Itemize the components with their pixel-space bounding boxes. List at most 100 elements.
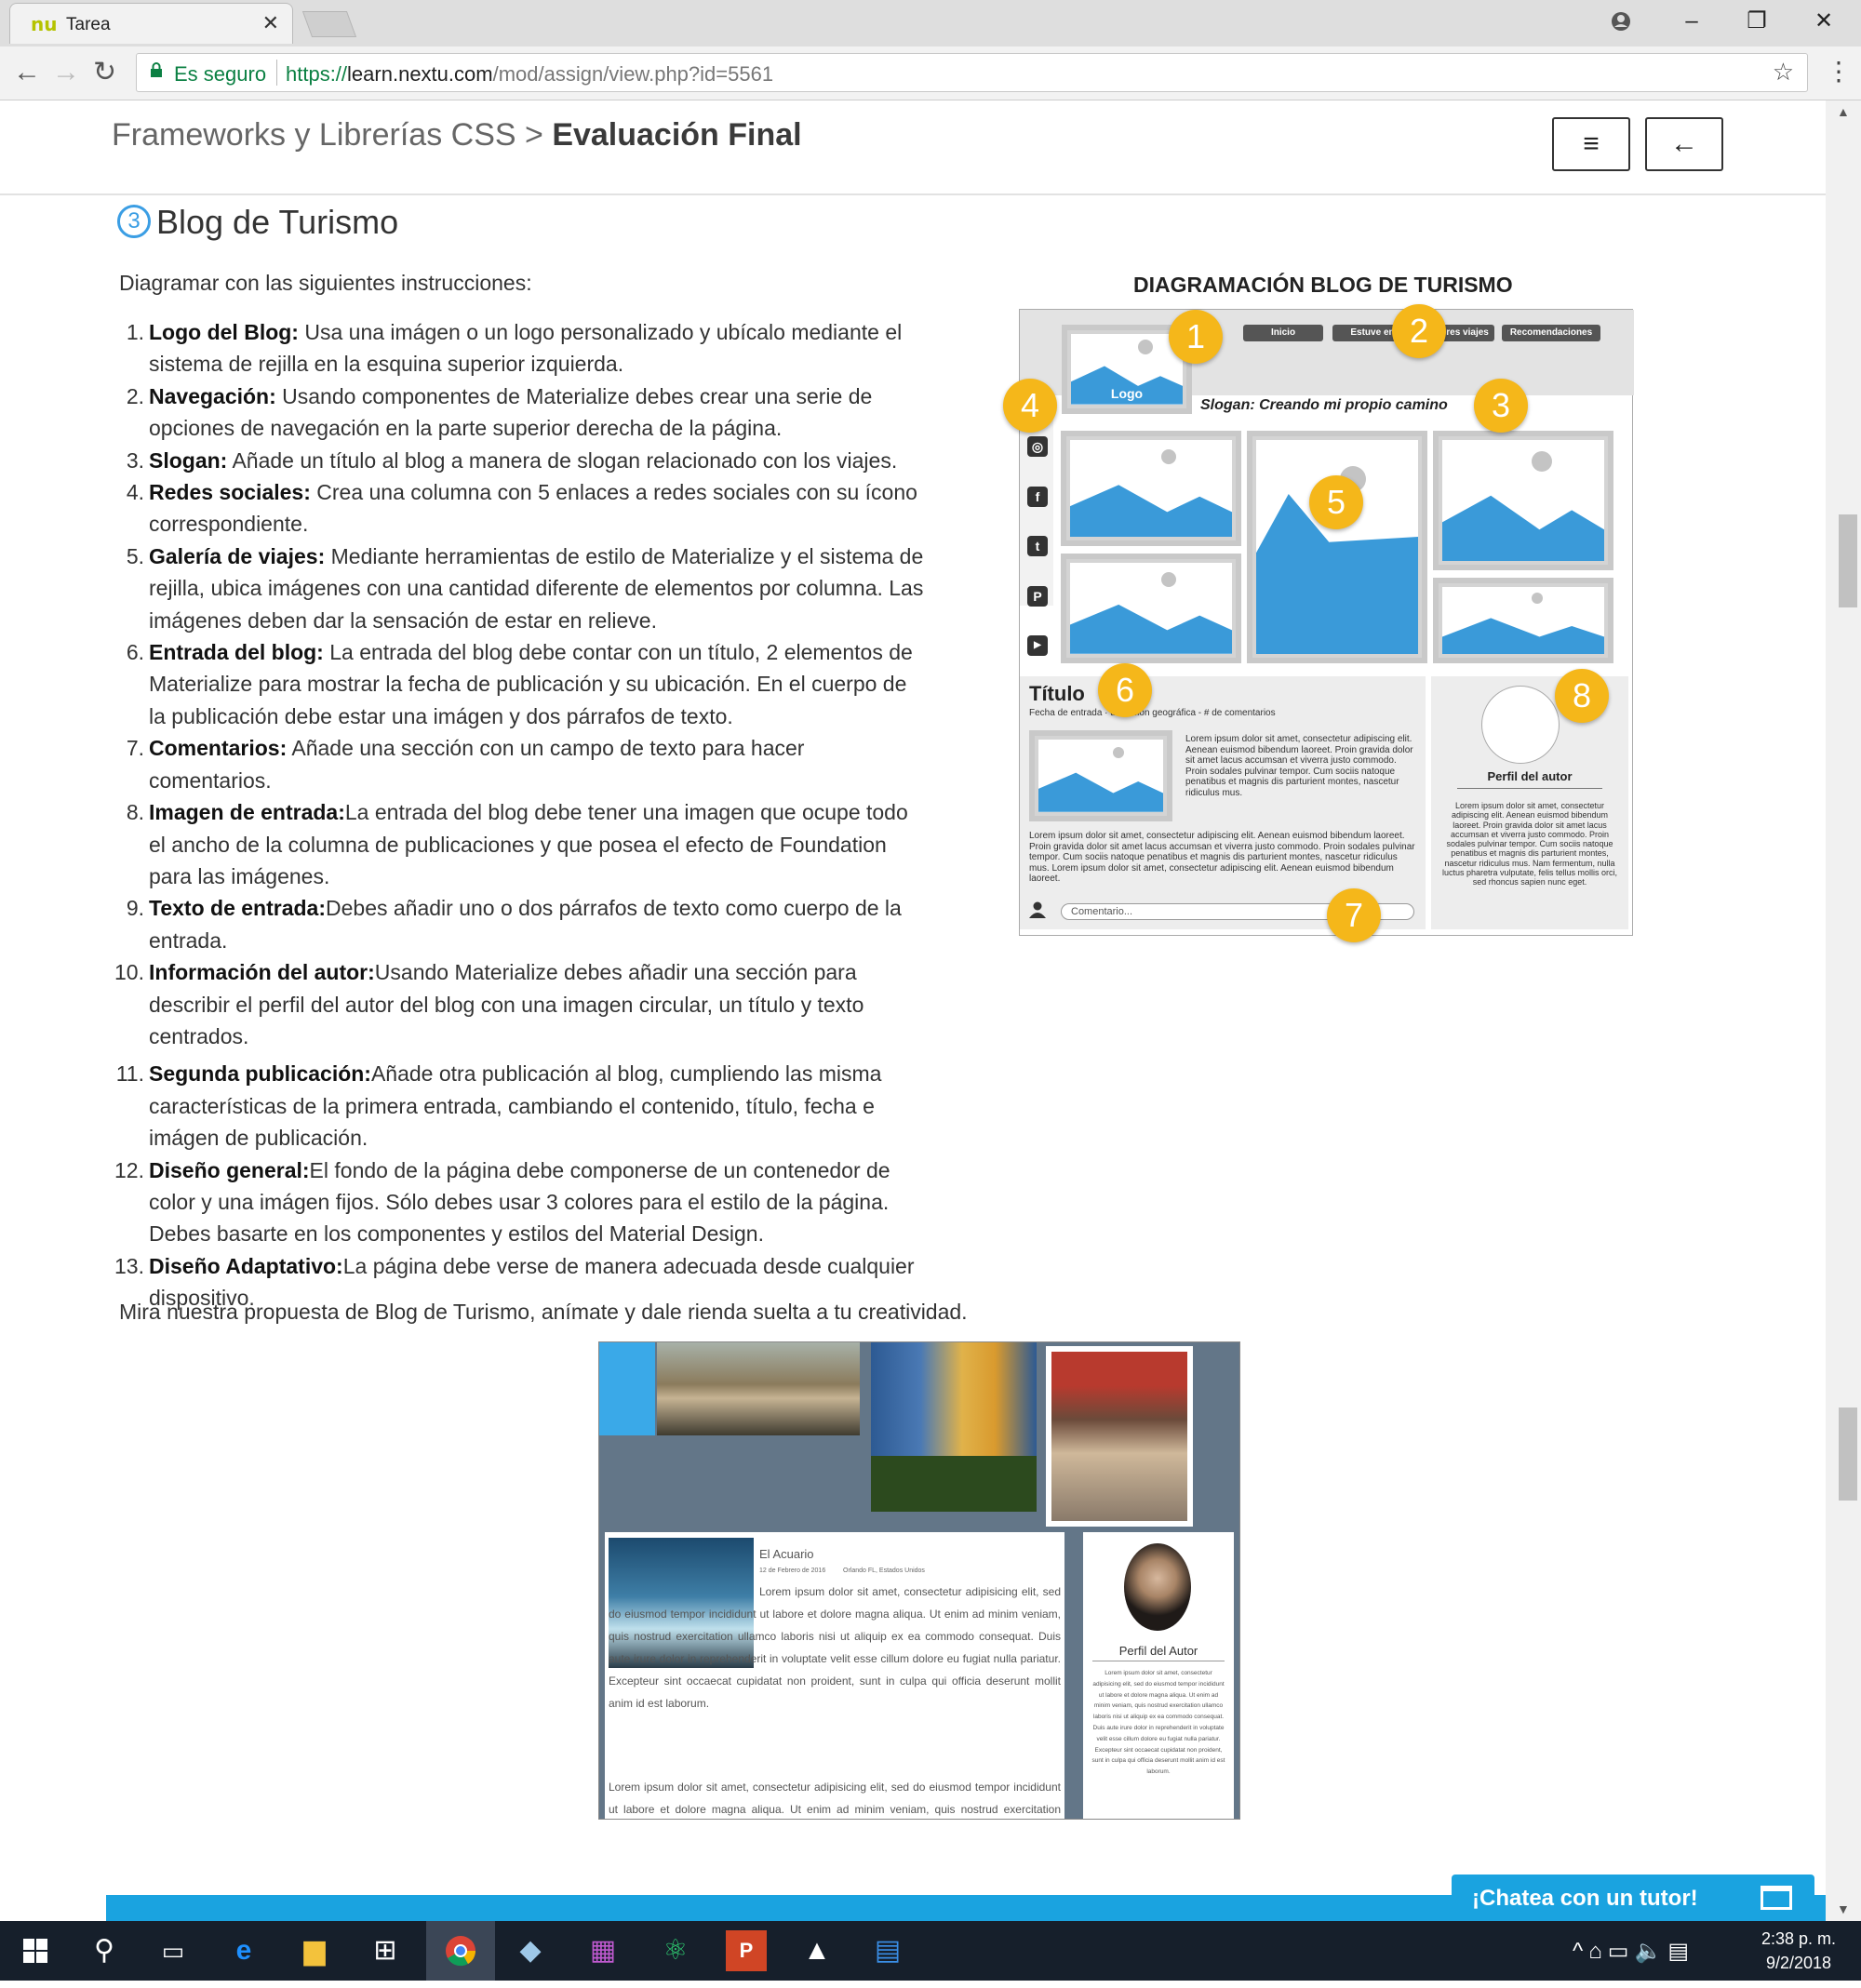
file-explorer-icon[interactable]: ▆	[294, 1930, 335, 1971]
badge-1: 1	[1169, 310, 1223, 364]
new-tab-button[interactable]	[301, 11, 357, 37]
diagram-post-text: Lorem ipsum dolor sit amet, consectetur …	[1029, 831, 1415, 884]
clock-date: 9/2/2018	[1765, 1954, 1832, 1972]
gallery-image	[1061, 431, 1241, 546]
clock-time: 2:38 p. m.	[1761, 1929, 1837, 1948]
example-post-text-1: Lorem ipsum dolor sit amet, consectetur …	[609, 1585, 1061, 1710]
notification-icon: ▤	[1667, 1939, 1695, 1964]
task-view-icon[interactable]: ▭	[153, 1930, 194, 1971]
photo-newsstand	[1046, 1346, 1193, 1527]
diagram-nav-inicio: Inicio	[1243, 325, 1323, 341]
address-bar[interactable]: Es seguro https://learn.nextu.com/mod/as…	[136, 53, 1808, 92]
course-header: Frameworks y Librerías CSS > Evaluación …	[0, 100, 1826, 195]
edge-icon[interactable]: e	[223, 1930, 264, 1971]
system-tray[interactable]: ^⌂▭🔈▤	[1573, 1938, 1694, 1965]
breadcrumb-parent[interactable]: Frameworks y Librerías CSS	[112, 117, 516, 153]
menu-button[interactable]: ≡	[1552, 117, 1630, 171]
diagram-author-text: Lorem ipsum dolor sit amet, consectetur …	[1441, 801, 1618, 887]
badge-6: 6	[1098, 663, 1152, 717]
section-number-badge: 3	[117, 205, 151, 238]
list-item: 2. Navegación: Usando componentes de Mate…	[126, 383, 873, 441]
diagram-logo-label: Logo	[1110, 386, 1144, 401]
diagram-slogan: Slogan: Creando mi propio camino	[1200, 397, 1448, 413]
user-icon	[1029, 901, 1046, 918]
powerpoint-icon[interactable]: P	[726, 1930, 767, 1971]
word-doc-icon[interactable]: ▤	[867, 1930, 908, 1971]
blog-example-image: El Acuario 12 de Febrero de 2016 Orlando…	[598, 1341, 1240, 1820]
section-heading: 3 Blog de Turismo	[117, 203, 398, 242]
tab-close-icon[interactable]: ✕	[262, 11, 279, 35]
reload-icon[interactable]: ↻	[93, 56, 116, 89]
list-item: 7. Comentarios: Añade una sección con un …	[126, 736, 805, 793]
browser-menu-icon[interactable]: ⋮	[1826, 56, 1852, 87]
back-button[interactable]: ←	[1645, 117, 1723, 171]
photo-museum	[657, 1342, 860, 1435]
instagram-icon: ◎	[1027, 436, 1048, 457]
list-item: 11. Segunda publicación:Añade otra public…	[115, 1061, 882, 1151]
list-item: 5. Galería de viajes: Mediante herramient…	[126, 543, 924, 633]
diagram-post-meta: Fecha de entrada · ubicación geográfica …	[1029, 708, 1276, 718]
scroll-thumb-secondary[interactable]	[1839, 1408, 1857, 1501]
intro-text: Diagramar con las siguientes instruccion…	[119, 271, 532, 295]
close-window-button[interactable]: ✕	[1796, 6, 1852, 37]
chevron-up-icon: ^	[1573, 1939, 1589, 1964]
layout-diagram: Logo Inicio Estuve en ores viajes Recome…	[1003, 304, 1634, 942]
restore-button[interactable]: ❐	[1729, 6, 1785, 37]
chat-window-icon	[1761, 1886, 1792, 1910]
tab-strip: nu Tarea ✕ – ❐ ✕	[0, 0, 1861, 47]
badge-5: 5	[1309, 475, 1363, 529]
forward-arrow-icon[interactable]: →	[52, 56, 80, 89]
twitter-icon: t	[1027, 536, 1048, 556]
example-author-card: Perfil del Autor Lorem ipsum dolor sit a…	[1083, 1532, 1234, 1819]
chat-label: ¡Chatea con un tutor!	[1472, 1886, 1698, 1911]
chat-tutor-button[interactable]: ¡Chatea con un tutor!	[1452, 1875, 1814, 1921]
minimize-button[interactable]: –	[1664, 6, 1720, 37]
tab-tarea[interactable]: nu Tarea ✕	[9, 3, 293, 44]
list-item: 8. Imagen de entrada:La entrada del blog …	[126, 800, 908, 888]
scroll-down-icon[interactable]: ▼	[1837, 1901, 1850, 1916]
scroll-up-icon[interactable]: ▲	[1837, 104, 1850, 119]
instructions-list: 1. Logo del Blog: Usa una imágen o un log…	[110, 316, 929, 1314]
photo-building	[871, 1342, 1037, 1512]
example-author-text: Lorem ipsum dolor sit amet, consectetur …	[1091, 1670, 1225, 1776]
taskbar-clock[interactable]: 2:38 p. m. 9/2/2018	[1747, 1927, 1850, 1975]
chrome-icon[interactable]	[426, 1921, 495, 1981]
page-scrollbar[interactable]: ▲ ▼	[1826, 100, 1861, 1921]
example-author-avatar	[1124, 1543, 1191, 1631]
network-icon: ⌂	[1588, 1939, 1608, 1964]
windows-taskbar: ⚲ ▭ e ▆ ⊞ ◆ ▦ ⚛ P ▲ ▤ ^⌂▭🔈▤ 2:38 p. m. 9…	[0, 1921, 1861, 1981]
browser-toolbar: ← → ↻ Es seguro https://learn.nextu.com/…	[0, 47, 1861, 100]
badge-4: 4	[1003, 379, 1057, 433]
breadcrumb: Frameworks y Librerías CSS > Evaluación …	[112, 117, 802, 153]
diagram-author-avatar	[1481, 686, 1560, 764]
url-text[interactable]: https://learn.nextu.com/mod/assign/view.…	[286, 62, 773, 87]
outro-text: Mira nuestra propuesta de Blog de Turism…	[119, 1300, 968, 1324]
badge-2: 2	[1392, 304, 1446, 358]
diagram-nav-recomendaciones: Recomendaciones	[1502, 325, 1600, 341]
example-post-text-2: Lorem ipsum dolor sit amet, consectetur …	[609, 1781, 1061, 1816]
list-item: 1. Logo del Blog: Usa una imágen o un log…	[126, 320, 903, 377]
example-post-date: 12 de Febrero de 2016	[759, 1568, 826, 1574]
account-icon[interactable]	[1593, 6, 1649, 37]
windows-start-icon[interactable]	[15, 1930, 56, 1971]
diagram-post-image	[1029, 730, 1172, 821]
atom-icon[interactable]: ⚛	[655, 1930, 696, 1971]
diagram-post-title: Título	[1029, 682, 1085, 705]
secure-label: Es seguro	[174, 62, 267, 86]
tab-title: Tarea	[66, 15, 111, 34]
list-item: 3. Slogan: Añade un título al blog a mane…	[126, 447, 898, 473]
display-icon: ▭	[1607, 1939, 1635, 1964]
back-arrow-icon[interactable]: ←	[13, 56, 41, 89]
notes-app-icon[interactable]: ◆	[510, 1930, 551, 1971]
example-post-card: El Acuario 12 de Febrero de 2016 Orlando…	[605, 1532, 1064, 1819]
scroll-thumb[interactable]	[1839, 514, 1857, 607]
winrar-icon[interactable]: ▦	[582, 1930, 623, 1971]
bookmark-star-icon[interactable]: ☆	[1773, 58, 1794, 87]
example-author-title: Perfil del Autor	[1118, 1644, 1198, 1658]
store-icon[interactable]: ⊞	[365, 1930, 406, 1971]
search-icon[interactable]: ⚲	[84, 1930, 125, 1971]
photos-icon[interactable]: ▲	[797, 1930, 837, 1971]
lock-icon	[151, 62, 162, 77]
badge-7: 7	[1327, 888, 1381, 942]
diagram-post-side-text: Lorem ipsum dolor sit amet, consectetur …	[1185, 734, 1413, 798]
